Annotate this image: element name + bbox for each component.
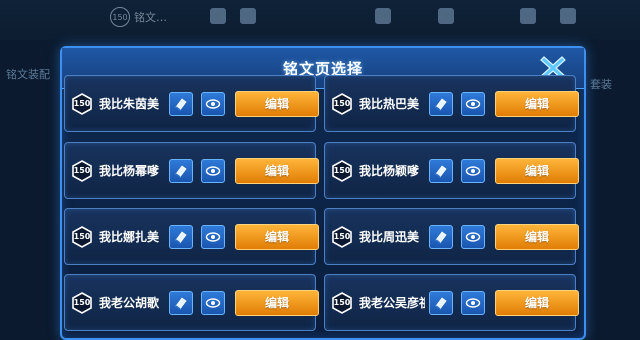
background-top-bar bbox=[0, 0, 640, 40]
rename-button[interactable] bbox=[429, 158, 453, 183]
level-number: 150 bbox=[333, 99, 351, 108]
rename-button[interactable] bbox=[429, 91, 453, 116]
edit-button[interactable]: 编辑 bbox=[235, 157, 319, 184]
shirt-icon bbox=[438, 8, 454, 24]
eye-icon bbox=[465, 98, 481, 109]
edit-button[interactable]: 编辑 bbox=[495, 289, 579, 316]
gear-icon bbox=[520, 8, 536, 24]
rename-button[interactable] bbox=[169, 290, 193, 315]
rename-button[interactable] bbox=[169, 224, 193, 249]
page-name: 我老公胡歌 bbox=[99, 296, 160, 310]
level-number: 150 bbox=[73, 166, 91, 175]
eye-icon bbox=[205, 231, 221, 242]
edit-button[interactable]: 编辑 bbox=[235, 223, 319, 250]
level-number: 150 bbox=[333, 298, 351, 307]
rename-button[interactable] bbox=[429, 224, 453, 249]
view-button[interactable] bbox=[461, 290, 485, 315]
page-name: 我比热巴美 bbox=[359, 97, 420, 111]
level-badge: 150 bbox=[71, 159, 93, 182]
level-number: 150 bbox=[73, 232, 91, 241]
eye-icon bbox=[205, 98, 221, 109]
view-button[interactable] bbox=[461, 91, 485, 116]
eraser-icon bbox=[435, 97, 447, 111]
background-left-label: 铭文装配 bbox=[6, 68, 50, 81]
plus-icon bbox=[240, 8, 256, 24]
level-number: 150 bbox=[73, 99, 91, 108]
page-card[interactable]: 150 我比杨颖嗲 编辑 bbox=[324, 142, 579, 199]
rename-button[interactable] bbox=[169, 91, 193, 116]
page-card[interactable]: 150 我比热巴美 编辑 bbox=[324, 75, 579, 132]
level-badge: 150 bbox=[71, 291, 93, 314]
edit-button[interactable]: 编辑 bbox=[495, 223, 579, 250]
view-button[interactable] bbox=[201, 158, 225, 183]
page-name: 我比娜扎美 bbox=[99, 230, 160, 244]
eraser-icon bbox=[210, 8, 226, 24]
page-name: 我比杨颖嗲 bbox=[359, 164, 420, 178]
eraser-icon bbox=[435, 230, 447, 244]
page-card[interactable]: 150 我老公胡歌 编辑 bbox=[64, 274, 319, 331]
level-badge: 150 bbox=[331, 225, 353, 248]
background-right-label: 套装 bbox=[590, 78, 612, 91]
level-number: 150 bbox=[73, 298, 91, 307]
page-card[interactable]: 150 我比娜扎美 编辑 bbox=[64, 208, 319, 265]
edit-button[interactable]: 编辑 bbox=[495, 90, 579, 117]
eye-icon bbox=[205, 165, 221, 176]
eraser-icon bbox=[435, 164, 447, 178]
level-number: 150 bbox=[333, 166, 351, 175]
page-name: 我比朱茵美 bbox=[99, 97, 160, 111]
level-badge: 150 bbox=[331, 92, 353, 115]
background-level-badge: 150 bbox=[110, 7, 130, 27]
page-name: 我比杨幂嗲 bbox=[99, 164, 160, 178]
eye-icon bbox=[205, 297, 221, 308]
rename-button[interactable] bbox=[429, 290, 453, 315]
page-card[interactable]: 150 我比朱茵美 编辑 bbox=[64, 75, 319, 132]
level-badge: 150 bbox=[71, 92, 93, 115]
level-badge: 150 bbox=[71, 225, 93, 248]
rename-button[interactable] bbox=[169, 158, 193, 183]
eraser-icon bbox=[175, 97, 187, 111]
background-level-text: 铭文… bbox=[134, 11, 167, 24]
edit-button[interactable]: 编辑 bbox=[495, 157, 579, 184]
page-card[interactable]: 150 我比杨幂嗲 编辑 bbox=[64, 142, 319, 199]
view-button[interactable] bbox=[461, 224, 485, 249]
level-badge: 150 bbox=[331, 159, 353, 182]
eye-icon bbox=[465, 165, 481, 176]
page-card[interactable]: 150 我比周迅美 编辑 bbox=[324, 208, 579, 265]
eye-icon bbox=[465, 231, 481, 242]
plus-icon bbox=[560, 8, 576, 24]
page-card[interactable]: 150 我老公吴彦祖 编辑 bbox=[324, 274, 579, 331]
eraser-icon bbox=[175, 230, 187, 244]
page-name: 我老公吴彦祖 bbox=[359, 296, 425, 310]
gem-icon bbox=[375, 8, 391, 24]
eraser-icon bbox=[175, 164, 187, 178]
eraser-icon bbox=[175, 296, 187, 310]
page-name: 我比周迅美 bbox=[359, 230, 420, 244]
view-button[interactable] bbox=[461, 158, 485, 183]
view-button[interactable] bbox=[201, 224, 225, 249]
edit-button[interactable]: 编辑 bbox=[235, 289, 319, 316]
view-button[interactable] bbox=[201, 91, 225, 116]
background-level-indicator: 150 铭文… bbox=[110, 6, 167, 28]
level-badge: 150 bbox=[331, 291, 353, 314]
eye-icon bbox=[465, 297, 481, 308]
view-button[interactable] bbox=[201, 290, 225, 315]
level-number: 150 bbox=[333, 232, 351, 241]
eraser-icon bbox=[435, 296, 447, 310]
edit-button[interactable]: 编辑 bbox=[235, 90, 319, 117]
